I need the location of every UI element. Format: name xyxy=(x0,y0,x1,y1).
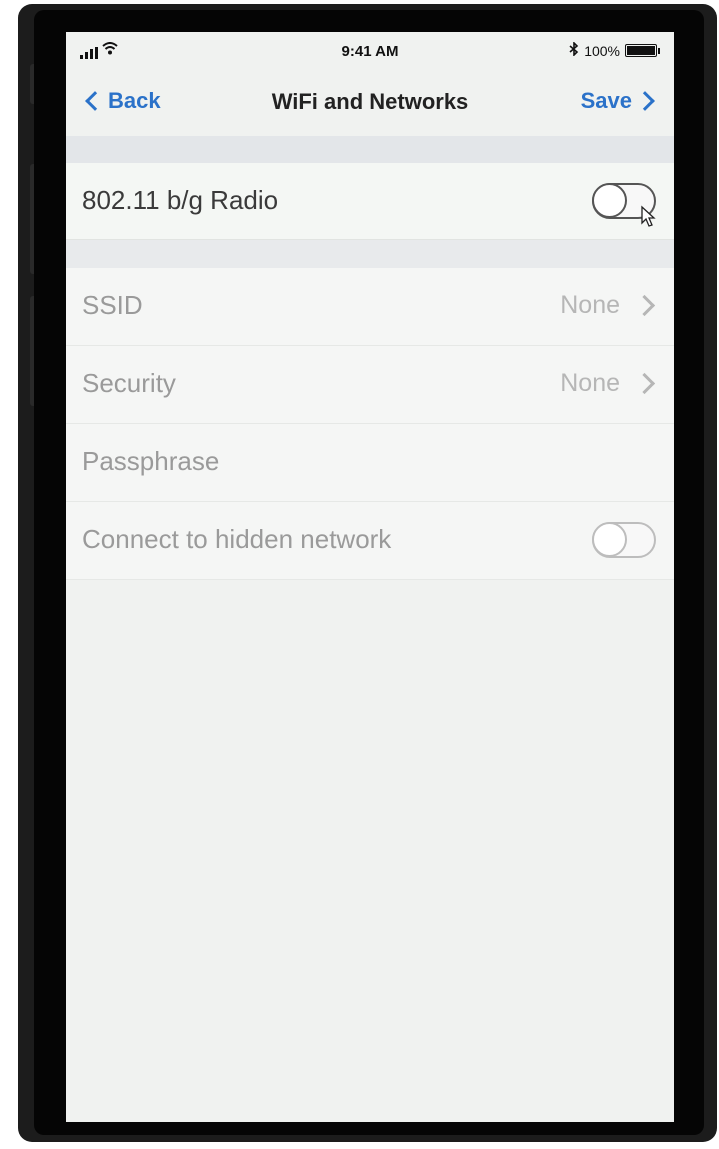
battery-icon xyxy=(625,44,657,57)
chevron-right-icon xyxy=(635,91,655,111)
battery-indicator: 100% xyxy=(569,41,660,59)
toggle-knob xyxy=(592,522,627,557)
ssid-label: SSID xyxy=(82,290,143,320)
battery-percent: 100% xyxy=(584,42,620,59)
toggle-knob xyxy=(592,183,627,218)
security-row[interactable]: Security None xyxy=(66,346,674,424)
security-label: Security xyxy=(82,368,176,398)
ssid-row[interactable]: SSID None xyxy=(66,268,674,346)
passphrase-row[interactable]: Passphrase xyxy=(66,424,674,502)
chevron-right-icon xyxy=(633,294,656,317)
security-value: None xyxy=(560,369,620,397)
save-label: Save xyxy=(580,88,632,113)
app-screen: 9:41 AM 100% Back WiFi and Networks Save… xyxy=(66,32,674,1122)
status-bar: 9:41 AM 100% xyxy=(66,32,674,72)
chevron-right-icon xyxy=(633,372,656,395)
section-separator xyxy=(66,136,674,164)
mouse-cursor-icon xyxy=(641,205,656,227)
save-button[interactable]: Save xyxy=(581,88,656,114)
passphrase-label: Passphrase xyxy=(82,446,220,476)
navigation-bar: Back WiFi and Networks Save xyxy=(66,76,674,126)
battery-tip xyxy=(658,47,660,54)
hidden-network-row[interactable]: Connect to hidden network xyxy=(66,502,674,580)
radio-setting-row[interactable]: 802.11 b/g Radio xyxy=(66,163,674,240)
ssid-value: None xyxy=(560,291,620,319)
section-separator xyxy=(66,240,674,268)
bluetooth-icon xyxy=(569,41,579,59)
hidden-network-toggle[interactable] xyxy=(592,522,656,558)
radio-label: 802.11 b/g Radio xyxy=(82,185,279,215)
hidden-network-label: Connect to hidden network xyxy=(82,524,392,554)
